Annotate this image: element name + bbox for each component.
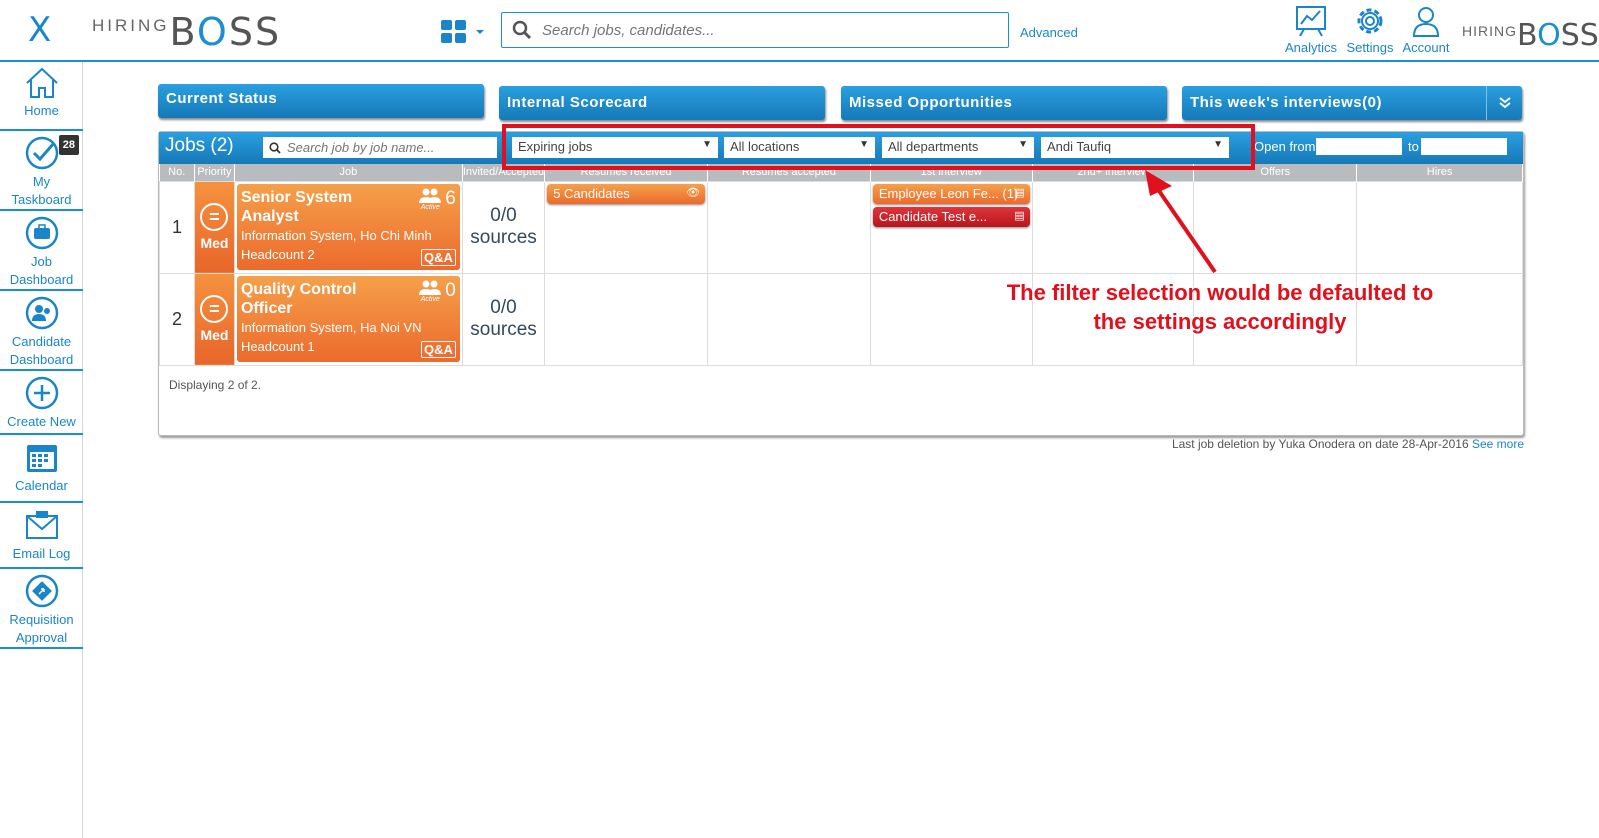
sidebar-item-create-new[interactable]: Create New <box>0 371 83 435</box>
priority-medium-icon: = <box>200 295 229 323</box>
hires-cell <box>1356 180 1523 274</box>
jobs-title: Jobs (2) <box>165 135 234 156</box>
approval-icon <box>25 574 58 608</box>
advanced-search-link[interactable]: Advanced <box>1020 25 1078 40</box>
analytics-icon <box>1296 6 1326 37</box>
interview-candidate-pill[interactable]: Employee Leon Fe... (1) ▤ <box>872 183 1030 204</box>
sidebar-item-job-dashboard[interactable]: Job Dashboard <box>0 211 83 291</box>
column-header: Priority <box>194 164 235 181</box>
resumes-received-cell <box>544 272 709 366</box>
job-cell: Quality Control Officer Information Syst… <box>233 272 463 366</box>
expand-chevron-button[interactable] <box>1486 86 1522 120</box>
user-icon <box>1412 7 1440 37</box>
briefcase-icon <box>25 216 58 250</box>
job-card[interactable]: Senior System Analyst Information System… <box>236 183 460 270</box>
invited-accepted-cell[interactable]: 0/0 sources <box>461 272 546 366</box>
gear-icon <box>1357 8 1383 34</box>
hiringboss-logo[interactable]: HIRING BOSS <box>92 10 281 54</box>
sidebar-item-home[interactable]: Home <box>0 62 83 131</box>
priority-medium-icon: = <box>200 203 229 231</box>
job-location: Information System, Ho Chi Minh <box>240 227 432 243</box>
job-title[interactable]: Quality Control Officer <box>241 280 411 318</box>
apps-grid-button[interactable] <box>440 18 488 46</box>
interview-candidate-pill[interactable]: Candidate Test e... ▤ <box>872 206 1030 227</box>
grid-icon <box>441 20 466 43</box>
see-more-link[interactable]: See more <box>1472 437 1524 451</box>
sidebar-item-my-taskboard[interactable]: 28 My Taskboard <box>0 131 83 211</box>
tab-internal-scorecard[interactable]: Internal Scorecard <box>499 86 825 120</box>
email-icon <box>25 511 58 539</box>
sidebar: Home 28 My Taskboard Job Dashboard Candi… <box>0 62 83 838</box>
qa-button[interactable]: Q&A <box>420 248 456 266</box>
table-row: 1 = Med Senior System Analyst Informatio… <box>159 180 1523 274</box>
annotation-highlight-box <box>502 124 1255 170</box>
hiringboss-logo-right: HIRING BOSS <box>1462 17 1599 53</box>
job-location: Information System, Ha Noi VN <box>240 319 422 335</box>
document-icon[interactable]: ▤ <box>1014 209 1024 222</box>
global-search[interactable] <box>501 12 1009 48</box>
account-button[interactable]: Account <box>1396 4 1456 55</box>
top-bar: X HIRING BOSS Advanced Analytics Setting… <box>0 0 1599 62</box>
sidebar-item-requisition-approval[interactable]: Requisition Approval <box>0 569 83 649</box>
double-chevron-down-icon <box>1498 97 1511 109</box>
priority-cell[interactable]: = Med <box>193 272 235 366</box>
active-count: Active 0 <box>419 280 456 303</box>
invited-accepted-cell[interactable]: 0/0 sources <box>461 180 546 274</box>
settings-button[interactable]: Settings <box>1340 4 1400 55</box>
resumes-accepted-cell <box>707 180 871 274</box>
document-icon[interactable]: ▤ <box>1014 186 1024 199</box>
sidebar-item-candidate-dashboard[interactable]: Candidate Dashboard <box>0 291 83 371</box>
open-from-label: Open from <box>1254 139 1316 154</box>
job-search-input[interactable] <box>287 140 487 155</box>
taskboard-count-badge: 28 <box>58 135 79 155</box>
second-interview-cell <box>1031 180 1195 274</box>
global-search-input[interactable] <box>542 21 982 39</box>
active-count: Active 6 <box>419 188 456 211</box>
open-to-date-input[interactable] <box>1421 138 1507 155</box>
job-cell: Senior System Analyst Information System… <box>233 180 463 274</box>
job-title[interactable]: Senior System Analyst <box>241 188 411 226</box>
tab-this-weeks-interviews[interactable]: This week's interviews(0) <box>1182 86 1522 120</box>
search-icon <box>269 141 281 154</box>
sidebar-item-email-log[interactable]: Email Log <box>0 503 83 569</box>
people-icon: Active <box>419 188 442 211</box>
first-interview-cell: Employee Leon Fe... (1) ▤ Candidate Test… <box>869 180 1033 274</box>
annotation-text: The filter selection would be defaulted … <box>1006 280 1434 334</box>
job-card[interactable]: Quality Control Officer Information Syst… <box>236 275 460 362</box>
column-header: Hires <box>1356 164 1523 181</box>
checkmark-icon <box>25 136 58 170</box>
tab-current-status[interactable]: Current Status <box>158 84 484 118</box>
close-menu-button[interactable]: X <box>28 10 51 50</box>
priority-cell[interactable]: = Med <box>193 180 235 274</box>
resumes-received-cell: 5 Candidates 👁 <box>544 180 709 274</box>
row-number: 1 <box>159 180 195 274</box>
candidate-icon <box>25 296 58 330</box>
open-from-date-input[interactable] <box>1316 138 1402 155</box>
displaying-count: Displaying 2 of 2. <box>169 378 262 392</box>
job-search[interactable] <box>263 137 497 158</box>
caret-down-icon <box>476 30 484 34</box>
eye-icon[interactable]: 👁 <box>686 186 700 199</box>
column-header: Job <box>234 164 463 181</box>
column-header: No. <box>159 164 195 181</box>
calendar-icon <box>26 445 57 472</box>
search-icon <box>512 20 532 40</box>
to-label: to <box>1408 139 1419 154</box>
qa-button[interactable]: Q&A <box>420 340 456 358</box>
sidebar-item-calendar[interactable]: Calendar <box>0 435 83 503</box>
row-number: 2 <box>159 272 195 366</box>
resumes-accepted-cell <box>707 272 871 366</box>
offers-cell <box>1193 180 1358 274</box>
status-tabs: Current Status Internal Scorecard Missed… <box>158 84 1524 120</box>
plus-icon <box>25 376 58 410</box>
people-icon: Active <box>419 280 442 303</box>
candidates-pill[interactable]: 5 Candidates 👁 <box>547 183 706 204</box>
tab-missed-opportunities[interactable]: Missed Opportunities <box>841 86 1167 120</box>
home-icon <box>25 67 58 98</box>
analytics-button[interactable]: Analytics <box>1281 4 1341 55</box>
last-deletion-note: Last job deletion by Yuka Onodera on dat… <box>1171 437 1524 451</box>
